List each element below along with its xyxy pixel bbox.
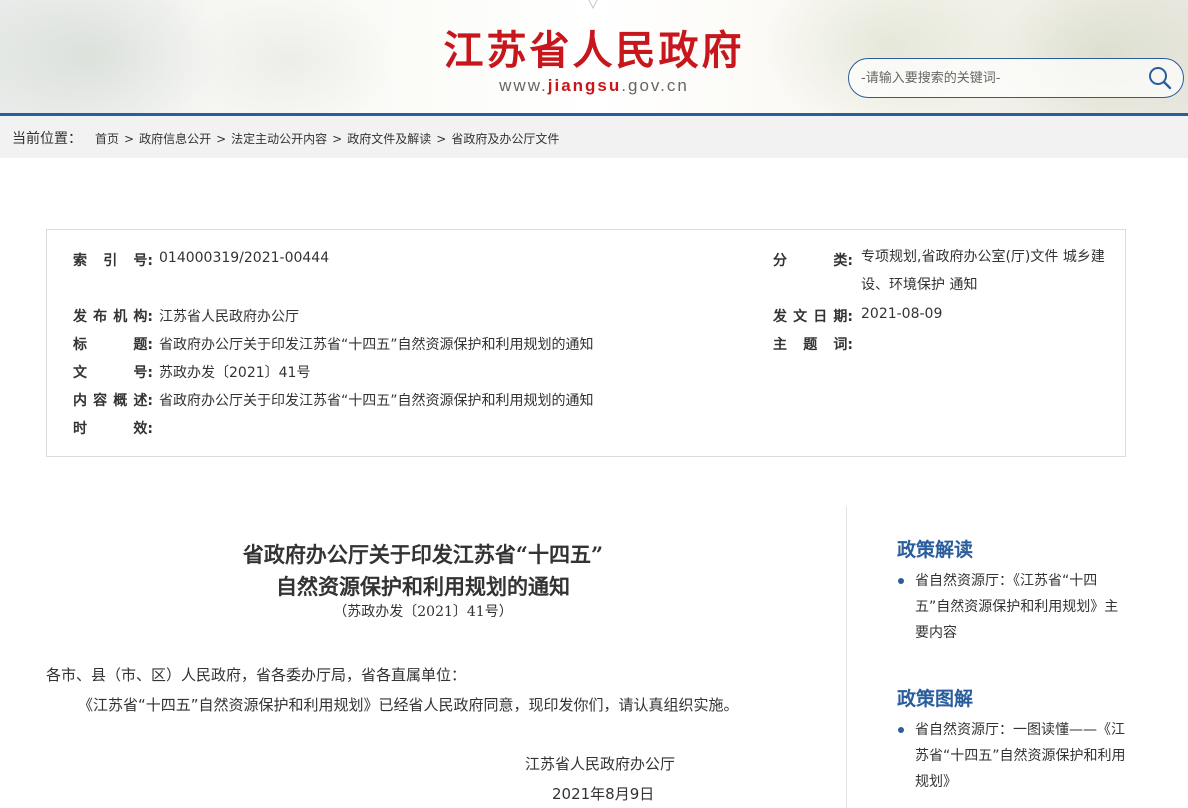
meta-value-title: 省政府办公厅关于印发江苏省“十四五”自然资源保护和利用规划的通知 bbox=[159, 337, 594, 353]
site-url-prefix: www. bbox=[499, 76, 548, 95]
meta-label-title: 标题: bbox=[73, 337, 153, 353]
breadcrumb-bar: 当前位置： 首页 > 政府信息公开 > 法定主动公开内容 > 政府文件及解读 > 省政府及办公厅… bbox=[0, 116, 1188, 158]
meta-label-publisher: 发布机构: bbox=[73, 309, 153, 325]
meta-label-summary: 内容概述: bbox=[73, 393, 153, 409]
document-salutation: 各市、县（市、区）人民政府，省各委办厅局，省各直属单位： bbox=[46, 666, 467, 684]
meta-value-category-line1: 专项规划,省政府办公室(厅)文件 城乡建 bbox=[861, 249, 1105, 265]
meta-value-publisher: 江苏省人民政府办公厅 bbox=[159, 309, 299, 325]
sidebar-item-policy-graphic-label[interactable]: 省自然资源厅：一图读懂——《江苏省“十四五”自然资源保护和利用规划》 bbox=[898, 717, 1128, 795]
meta-value-index: 014000319/2021-00444 bbox=[159, 250, 330, 266]
meta-value-category: 专项规划,省政府办公室(厅)文件 城乡建 设、环境保护 通知 bbox=[861, 243, 1105, 299]
meta-value-date: 2021-08-09 bbox=[861, 306, 943, 322]
header-notch-decoration bbox=[588, 0, 598, 10]
meta-value-docno: 苏政办发〔2021〕41号 bbox=[159, 365, 311, 381]
sidebar-heading-policy-graphic: 政策图解 bbox=[897, 688, 974, 710]
breadcrumb-item-office-documents[interactable]: 省政府及办公厅文件 bbox=[451, 132, 559, 146]
sidebar-item-policy-graphic[interactable]: 省自然资源厅：一图读懂——《江苏省“十四五”自然资源保护和利用规划》 bbox=[898, 717, 1128, 795]
document-title-line2: 自然资源保护和利用规划的通知 bbox=[276, 574, 570, 599]
content-sidebar-divider bbox=[846, 506, 847, 808]
search-icon[interactable] bbox=[1147, 65, 1173, 91]
document-title-line1: 省政府办公厅关于印发江苏省“十四五” bbox=[242, 542, 604, 567]
breadcrumb-separator: > bbox=[124, 132, 135, 146]
meta-label-keywords: 主题词: bbox=[773, 337, 853, 353]
meta-label-validity: 时效: bbox=[73, 421, 153, 437]
breadcrumb-item-statutory-content[interactable]: 法定主动公开内容 bbox=[231, 132, 327, 146]
breadcrumb-separator: > bbox=[436, 132, 447, 146]
search-box bbox=[848, 58, 1184, 98]
breadcrumb-separator: > bbox=[332, 132, 343, 146]
meta-label-date: 发文日期: bbox=[773, 309, 853, 325]
sidebar-heading-policy-reading: 政策解读 bbox=[897, 539, 974, 561]
site-url-suffix: .gov.cn bbox=[621, 76, 689, 95]
site-url-domain: jiangsu bbox=[547, 76, 622, 95]
sidebar-item-policy-reading[interactable]: 省自然资源厅：《江苏省“十四五”自然资源保护和利用规划》主要内容 bbox=[898, 568, 1128, 646]
search-input[interactable] bbox=[861, 68, 1131, 88]
breadcrumb-separator: > bbox=[216, 132, 227, 146]
document-signature: 江苏省人民政府办公厅 bbox=[525, 755, 676, 773]
breadcrumb-label: 当前位置： bbox=[12, 131, 82, 147]
meta-value-summary: 省政府办公厅关于印发江苏省“十四五”自然资源保护和利用规划的通知 bbox=[159, 393, 594, 409]
breadcrumb-item-home[interactable]: 首页 bbox=[95, 132, 119, 146]
site-header: 江苏省人民政府 www.jiangsu.gov.cn bbox=[0, 0, 1188, 116]
bullet-icon bbox=[898, 578, 904, 584]
document-meta-table: 索引号: 014000319/2021-00444 分类: 专项规划,省政府办公… bbox=[46, 229, 1126, 457]
document-number: （苏政办发〔2021〕41号） bbox=[333, 604, 513, 620]
document-date: 2021年8月9日 bbox=[552, 785, 655, 803]
breadcrumb-item-gov-documents[interactable]: 政府文件及解读 bbox=[347, 132, 431, 146]
breadcrumb: 首页 > 政府信息公开 > 法定主动公开内容 > 政府文件及解读 > 省政府及办公厅文件 bbox=[95, 130, 559, 147]
meta-value-category-line2: 设、环境保护 通知 bbox=[861, 277, 978, 293]
bullet-icon bbox=[898, 727, 904, 733]
meta-label-index: 索引号: bbox=[73, 253, 153, 269]
document-body-paragraph: 《江苏省“十四五”自然资源保护和利用规划》已经省人民政府同意，现印发你们，请认真… bbox=[78, 696, 739, 714]
breadcrumb-item-info-disclosure[interactable]: 政府信息公开 bbox=[139, 132, 211, 146]
meta-label-category: 分类: bbox=[773, 253, 853, 269]
sidebar-item-policy-reading-label[interactable]: 省自然资源厅：《江苏省“十四五”自然资源保护和利用规划》主要内容 bbox=[898, 568, 1128, 646]
meta-label-docno: 文号: bbox=[73, 365, 153, 381]
